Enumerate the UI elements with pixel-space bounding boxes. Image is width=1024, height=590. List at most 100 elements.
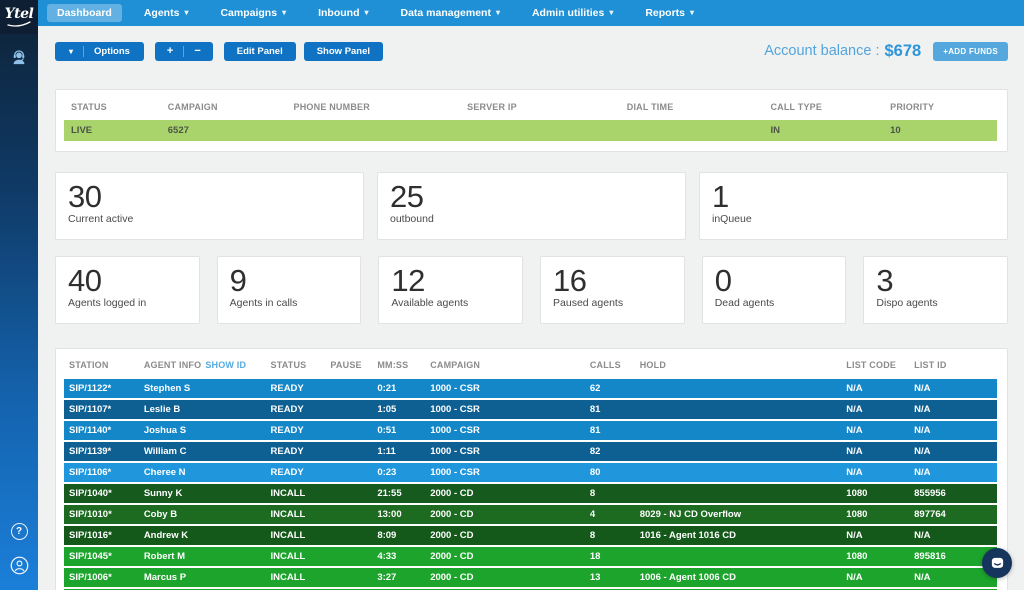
campaign-table-header: STATUS CAMPAIGN PHONE NUMBER SERVER IP DIAL … xyxy=(64,95,997,120)
column-header-list-code: LIST CODE xyxy=(841,354,909,379)
cell-dial-time xyxy=(620,120,764,141)
cell-status: INCALL xyxy=(270,509,306,520)
agent-row[interactable]: SIP/1040* Sunny K INCALL 21:55 2000 - CD 8 108… xyxy=(64,484,997,503)
nav-item-inbound[interactable]: Inbound ▾ xyxy=(308,4,378,22)
cell-agent: Marcus P xyxy=(143,572,187,583)
cell-hold xyxy=(635,547,842,566)
column-header-status: STATUS xyxy=(71,102,107,112)
cell-agent: Joshua S xyxy=(143,425,187,436)
options-label: Options xyxy=(94,45,130,57)
nav-item-admin-utilities[interactable]: Admin utilities ▾ xyxy=(522,4,623,22)
chevron-down-icon: ▾ xyxy=(282,8,287,17)
cell-calls: 81 xyxy=(589,425,601,436)
campaign-live-row[interactable]: LIVE 6527 IN 10 xyxy=(64,120,997,141)
column-header-hold: HOLD xyxy=(635,354,842,379)
agent-row[interactable]: SIP/1045* Robert M INCALL 4:33 2000 - CD 18 10… xyxy=(64,547,997,566)
cell-campaign: 2000 - CD xyxy=(430,530,474,541)
nav-item-data-management[interactable]: Data management ▾ xyxy=(391,4,510,22)
agent-row[interactable]: SIP/1010* Coby B INCALL 13:00 2000 - CD 4 8029… xyxy=(64,505,997,524)
cell-agent: Cheree N xyxy=(143,467,186,478)
cell-list-code: N/A xyxy=(846,425,863,436)
top-nav: Dashboard Agents ▾ Campaigns ▾ Inbound ▾ Data m… xyxy=(38,0,1024,26)
column-header-list-id: LIST ID xyxy=(909,354,997,379)
nav-item-label: Agents xyxy=(143,7,180,19)
cell-campaign: 2000 - CD xyxy=(430,488,474,499)
button-divider xyxy=(183,45,185,57)
zoom-in-out-buttons[interactable]: + − xyxy=(154,41,213,61)
cell-mmss: 4:33 xyxy=(377,551,397,562)
cell-calls: 13 xyxy=(589,572,601,583)
cell-station: SIP/1045* xyxy=(69,551,112,562)
show-panel-button[interactable]: Show Panel xyxy=(303,41,384,61)
cell-phone-number xyxy=(287,120,461,141)
sidebar: Ytel ? xyxy=(0,0,38,590)
agent-row[interactable]: SIP/1140* Joshua S READY 0:51 1000 - CSR 81 N/… xyxy=(64,421,997,440)
cell-agent: Stephen S xyxy=(143,383,191,394)
column-header-pause: PAUSE xyxy=(325,354,372,379)
chevron-down-icon: ▾ xyxy=(69,46,74,56)
cell-list-id: 897764 xyxy=(914,509,946,520)
cell-call-type: IN xyxy=(770,125,780,136)
profile-glyph xyxy=(10,556,28,574)
cell-list-id: N/A xyxy=(914,404,931,415)
chat-button[interactable] xyxy=(982,548,1012,578)
agent-row[interactable]: SIP/1106* Cheree N READY 0:23 1000 - CSR 80 N/… xyxy=(64,463,997,482)
stat-label: inQueue xyxy=(712,213,752,225)
column-header-campaign: CAMPAIGN xyxy=(167,102,218,112)
options-button[interactable]: ▾ Options xyxy=(55,41,144,61)
cell-hold xyxy=(635,421,842,440)
cell-mmss: 21:55 xyxy=(377,488,402,499)
agent-row[interactable]: SIP/1122* Stephen S READY 0:21 1000 - CSR 62 N… xyxy=(64,379,997,398)
cell-list-code: 1080 xyxy=(846,488,868,499)
profile-icon[interactable] xyxy=(8,554,30,576)
cell-status: READY xyxy=(270,404,304,415)
cell-list-code: 1080 xyxy=(846,551,868,562)
chevron-down-icon: ▾ xyxy=(609,8,614,17)
stat-label: Dispo agents xyxy=(876,297,938,309)
agent-row[interactable]: SIP/1006* Marcus P INCALL 3:27 2000 - CD 13 10… xyxy=(64,568,997,587)
cell-campaign: 1000 - CSR xyxy=(430,383,480,394)
stat-card-dead-agents: 0 Dead agents xyxy=(701,256,847,324)
plus-icon[interactable]: + xyxy=(167,45,173,57)
agent-row[interactable]: SIP/1139* William C READY 1:11 1000 - CSR 82 N… xyxy=(64,442,997,461)
nav-item-reports[interactable]: Reports ▾ xyxy=(635,4,704,22)
edit-panel-button[interactable]: Edit Panel xyxy=(223,41,296,61)
agent-headset-icon[interactable] xyxy=(8,46,30,68)
cell-list-id: N/A xyxy=(914,446,931,457)
stat-value: 25 xyxy=(390,179,424,214)
nav-item-dashboard[interactable]: Dashboard xyxy=(47,4,122,22)
stat-value: 9 xyxy=(229,263,247,298)
column-header-label: AGENT INFO xyxy=(143,360,202,370)
ytel-logo[interactable]: Ytel xyxy=(0,0,38,34)
stat-card-dispo-agents: 3 Dispo agents xyxy=(863,256,1009,324)
add-funds-button[interactable]: +ADD FUNDS xyxy=(933,41,1008,61)
cell-list-code: N/A xyxy=(846,530,863,541)
cell-pause xyxy=(325,526,372,545)
cell-agent: Robert M xyxy=(143,551,185,562)
agent-row[interactable]: SIP/1016* Andrew K INCALL 8:09 2000 - CD 8 101… xyxy=(64,526,997,545)
logo-swoosh xyxy=(7,20,31,27)
column-header-station: STATION xyxy=(64,354,139,379)
nav-item-campaigns[interactable]: Campaigns ▾ xyxy=(210,4,296,22)
cell-calls: 18 xyxy=(589,551,601,562)
nav-item-agents[interactable]: Agents ▾ xyxy=(134,4,199,22)
column-header-label: STATION xyxy=(69,360,109,370)
stat-label: Current active xyxy=(68,213,134,225)
stat-card-outbound: 25 outbound xyxy=(377,172,686,240)
button-divider xyxy=(83,45,85,57)
column-header-status: STATUS xyxy=(266,354,326,379)
minus-icon[interactable]: − xyxy=(194,45,200,57)
show-id-link[interactable]: SHOW ID xyxy=(205,360,246,370)
cell-calls: 62 xyxy=(589,383,601,394)
stat-label: outbound xyxy=(390,213,434,225)
agent-row[interactable]: SIP/1107* Leslie B READY 1:05 1000 - CSR 81 N/… xyxy=(64,400,997,419)
cell-campaign: 2000 - CD xyxy=(430,509,474,520)
cell-station: SIP/1006* xyxy=(69,572,112,583)
chevron-down-icon: ▾ xyxy=(184,8,189,17)
stat-card-inqueue: 1 inQueue xyxy=(699,172,1008,240)
nav-item-label: Admin utilities xyxy=(531,7,605,19)
chevron-down-icon: ▾ xyxy=(495,8,500,17)
column-header-mm-ss: MM:SS xyxy=(372,354,425,379)
cell-calls: 81 xyxy=(589,404,601,415)
help-icon[interactable]: ? xyxy=(10,523,28,540)
